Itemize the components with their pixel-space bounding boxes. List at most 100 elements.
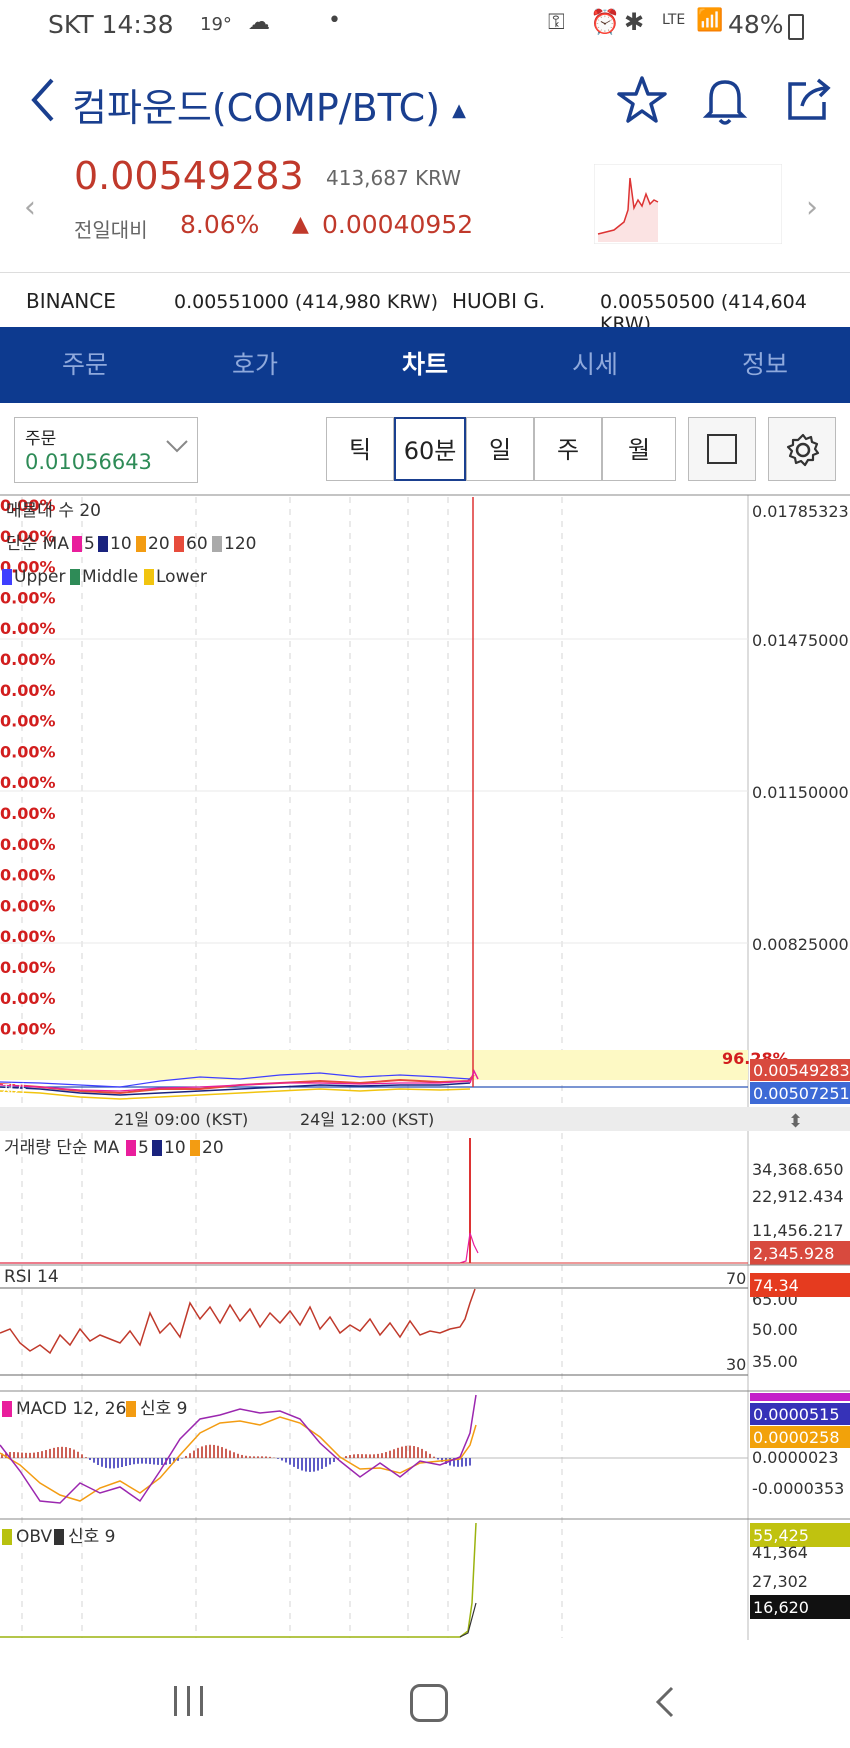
current-price: 0.00549283 (74, 154, 304, 198)
system-nav-bar (0, 1640, 850, 1748)
volume-profile-pct: 0.00% (0, 896, 56, 915)
volume-legend-label: 거래량 단순 MA (4, 1138, 120, 1158)
mini-sparkline-chart[interactable] (594, 164, 782, 244)
vol-ma-20-label: 20 (202, 1138, 224, 1158)
volume-profile-pct: 0.00% (0, 804, 56, 823)
obv-axis-label: 41,364 (752, 1543, 808, 1562)
back-button[interactable] (650, 1684, 680, 1720)
status-bar: SKT 14:38 19° ☁ • ⚿ ⏰ ✱ LTE 📶 48% (0, 0, 850, 50)
drawing-tool-button[interactable] (688, 417, 756, 481)
volume-profile-pct: 0.00% (0, 989, 56, 1008)
low-label: 저가 (2, 1083, 26, 1098)
vol-ma10-swatch (152, 1140, 162, 1156)
resize-handle-icon[interactable]: ⬍ (788, 1111, 803, 1132)
status-carrier-time: SKT 14:38 (48, 10, 174, 39)
macd-tag-text: 0.0000515 (753, 1405, 840, 1424)
tab-quotes[interactable]: 시세 (510, 327, 680, 403)
ma20-swatch (136, 536, 146, 552)
period-week-button[interactable]: 주 (534, 417, 602, 481)
exchange-1-name: BINANCE (26, 289, 116, 313)
ma60-swatch (174, 536, 184, 552)
network-label: LTE (662, 12, 686, 28)
volume-profile-pct: 0.00% (0, 588, 56, 607)
period-month-button[interactable]: 월 (602, 417, 676, 481)
obv-signal-label: 신호 9 (68, 1527, 116, 1547)
exchange-2-name: HUOBI G. (452, 289, 546, 313)
volume-axis-label: 22,912.434 (752, 1187, 844, 1206)
tab-info[interactable]: 정보 (680, 327, 850, 403)
recent-apps-icon (200, 1686, 203, 1716)
price-axis-label: 0.01785323 (752, 502, 849, 521)
change-label: 전일대비 (74, 218, 148, 242)
volume-profile-pct: 0.00% (0, 835, 56, 854)
price-summary: ‹ 0.00549283 413,687 KRW 전일대비 8.06% ▲ 0.… (0, 150, 850, 270)
prev-coin-icon[interactable]: ‹ (24, 190, 36, 225)
dot-icon: • (328, 8, 341, 33)
tab-order[interactable]: 주문 (0, 327, 170, 403)
volume-tag-text: 2,345.928 (753, 1244, 834, 1263)
vol-ma20-swatch (190, 1140, 200, 1156)
change-amount: 0.00040952 (322, 210, 474, 239)
recent-apps-icon (187, 1686, 190, 1716)
volume-profile-pct: 0.00% (0, 619, 56, 638)
volume-profile-pct: 0.00% (0, 773, 56, 792)
tab-chart[interactable]: 차트 (340, 327, 510, 403)
rsi-axis-label: 50.00 (752, 1320, 798, 1339)
bb-lower-label: Lower (156, 567, 207, 587)
volume-profile-pct: 0.00% (0, 712, 56, 731)
price-chart[interactable]: 0.00% 0.00% 0.00% 0.00% 0.00% 0.00% 0.00% 0.00%… (0, 493, 850, 1640)
macd-top-tag (750, 1393, 850, 1401)
up-triangle-icon: ▲ (292, 212, 309, 237)
legend-volume-profile: 매물대 수 20 (6, 501, 101, 521)
share-icon[interactable] (778, 70, 838, 130)
back-arrow-icon[interactable] (14, 70, 74, 130)
title-text: 컴파운드(COMP/BTC) (72, 86, 441, 130)
volume-profile-pct: 0.00% (0, 742, 56, 761)
weather-icon: ☁ (248, 10, 270, 35)
ma-5-label: 5 (84, 534, 95, 554)
page-title[interactable]: 컴파운드(COMP/BTC) ▲ (72, 77, 466, 132)
macd-axis-label: -0.0000353 (752, 1479, 844, 1498)
app-header: 컴파운드(COMP/BTC) ▲ (0, 55, 850, 150)
rsi-axis-label: 35.00 (752, 1352, 798, 1371)
obv-signal-swatch (54, 1529, 64, 1545)
low-price-tag-text: 0.00507251 (753, 1084, 850, 1103)
period-day-button[interactable]: 일 (466, 417, 534, 481)
chart-settings-button[interactable] (768, 417, 836, 481)
macd-swatch (2, 1401, 12, 1417)
order-select-value: 0.01056643 (25, 450, 152, 474)
chart-controls: 주문 0.01056643 틱 60분 일 주 월 (0, 405, 850, 495)
exchange-1-price: 0.00551000 (414,980 KRW) (174, 291, 438, 313)
ma-120-label: 120 (224, 534, 256, 554)
order-price-select[interactable]: 주문 0.01056643 (14, 417, 198, 483)
time-label: 21일 09:00 (KST) (114, 1110, 248, 1129)
main-tab-bar: 주문 호가 차트 시세 정보 (0, 327, 850, 403)
rsi-70-label: 70 (726, 1269, 746, 1288)
battery-percent: 48% (728, 10, 784, 39)
bb-upper-swatch (2, 569, 12, 585)
obv-axis-label: 27,302 (752, 1572, 808, 1591)
volume-profile-band (0, 1050, 748, 1080)
time-label: 24일 12:00 (KST) (300, 1110, 434, 1129)
vol-ma-5-label: 5 (138, 1138, 149, 1158)
price-axis-label: 0.00825000 (752, 935, 849, 954)
home-button[interactable] (410, 1684, 448, 1722)
recent-apps-button[interactable] (172, 1686, 206, 1716)
status-temperature: 19° (200, 14, 232, 35)
title-dropdown-icon[interactable]: ▲ (452, 100, 466, 121)
period-60min-button[interactable]: 60분 (394, 417, 466, 481)
ma-10-label: 10 (110, 534, 132, 554)
bb-middle-label: Middle (82, 567, 138, 587)
macd-signal-swatch (126, 1401, 136, 1417)
volume-profile-pct: 0.00% (0, 927, 56, 946)
star-icon[interactable] (612, 70, 672, 130)
macd-signal-tag-text: 0.0000258 (753, 1428, 840, 1447)
volume-axis-label: 11,456.217 (752, 1221, 844, 1240)
tab-orderbook[interactable]: 호가 (170, 327, 340, 403)
next-coin-icon[interactable]: › (806, 190, 818, 225)
bell-icon[interactable] (695, 70, 755, 130)
rsi-tag-text: 74.34 (753, 1276, 799, 1295)
bb-lower-swatch (144, 569, 154, 585)
period-tick-button[interactable]: 틱 (326, 417, 394, 481)
bb-upper-label: Upper (14, 567, 65, 587)
